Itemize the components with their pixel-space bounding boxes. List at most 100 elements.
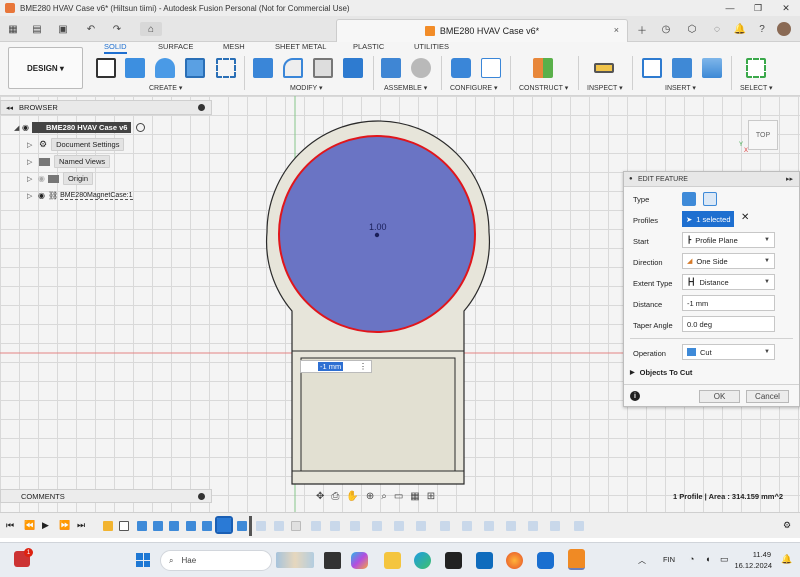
panel-expand-icon[interactable]: ▸▸ xyxy=(786,175,793,183)
tab-sheet-metal[interactable]: SHEET METAL xyxy=(275,42,326,51)
insert-image-icon[interactable] xyxy=(702,58,722,78)
expand-triangle-icon[interactable]: ◢ xyxy=(14,124,22,132)
step-back-icon[interactable]: ⏪ xyxy=(24,520,35,531)
extent-type-select[interactable]: ┣┫ Distance ▼ xyxy=(682,274,775,290)
collapse-arrows-icon[interactable]: ◂◂ xyxy=(6,104,13,112)
timeline-feature-suppressed[interactable] xyxy=(274,521,284,531)
insert-group-label[interactable]: INSERT ▾ xyxy=(665,84,696,92)
taskbar-search-input[interactable]: ⌕ Hae xyxy=(160,550,272,571)
windows-start-icon[interactable] xyxy=(136,553,150,567)
cancel-button[interactable]: Cancel xyxy=(746,390,789,403)
timeline-marker[interactable] xyxy=(249,516,252,536)
timeline-feature-extrude[interactable] xyxy=(237,521,247,531)
collapse-icon[interactable]: ● xyxy=(629,176,633,182)
copilot-icon[interactable] xyxy=(351,552,368,569)
distance-input[interactable]: -1 mm xyxy=(682,295,775,311)
timeline-feature-suppressed[interactable] xyxy=(506,521,516,531)
timeline-settings-icon[interactable]: ⚙ xyxy=(783,520,791,531)
display-settings-icon[interactable]: ▭ xyxy=(394,491,403,502)
timeline-feature-suppressed[interactable] xyxy=(256,521,266,531)
configure-group-label[interactable]: CONFIGURE ▾ xyxy=(450,84,497,92)
insert-mcmaster-icon[interactable] xyxy=(672,58,692,78)
timeline-feature-suppressed[interactable] xyxy=(574,521,584,531)
new-component-icon[interactable] xyxy=(381,58,401,78)
browser-item-origin[interactable]: ▷ ◉ Origin xyxy=(27,171,93,186)
timeline-feature-suppressed[interactable] xyxy=(550,521,560,531)
wifi-icon[interactable]: ◔ xyxy=(689,554,694,564)
timeline-feature-sketch[interactable] xyxy=(103,521,113,531)
go-to-start-icon[interactable]: ⏮ xyxy=(6,520,14,531)
timeline-feature-suppressed[interactable] xyxy=(311,521,321,531)
select-group-label[interactable]: SELECT ▾ xyxy=(740,84,773,92)
home-icon[interactable]: ⌂ xyxy=(140,22,162,36)
comments-bar[interactable]: COMMENTS xyxy=(0,489,212,503)
select-icon[interactable] xyxy=(746,58,766,78)
create-group-label[interactable]: CREATE ▾ xyxy=(149,84,182,92)
show-hidden-icons-chevron-icon[interactable]: ︿ xyxy=(638,555,646,566)
undo-icon[interactable]: ↶ xyxy=(84,22,98,36)
timeline-feature-suppressed[interactable] xyxy=(350,521,360,531)
timeline-feature-suppressed[interactable] xyxy=(291,521,301,531)
tab-solid[interactable]: SOLID xyxy=(104,42,127,54)
inline-distance-input[interactable]: -1 mm xyxy=(318,362,344,371)
tab-plastic[interactable]: PLASTIC xyxy=(353,42,384,51)
document-tab[interactable]: BME280 HVAV Case v6* × xyxy=(336,19,628,42)
language-indicator[interactable]: FIN xyxy=(663,555,675,564)
task-view-icon[interactable] xyxy=(324,552,341,569)
assemble-group-label[interactable]: ASSEMBLE ▾ xyxy=(384,84,427,92)
minimize-button[interactable]: — xyxy=(716,0,744,16)
configuration-table-icon[interactable] xyxy=(481,58,501,78)
fusion-taskbar-icon[interactable] xyxy=(568,549,585,570)
timeline-feature-extrude[interactable] xyxy=(153,521,163,531)
configure-icon[interactable] xyxy=(451,58,471,78)
timeline-feature-suppressed[interactable] xyxy=(394,521,404,531)
profiles-selection-button[interactable]: ➤ 1 selected xyxy=(682,211,734,227)
tab-surface[interactable]: SURFACE xyxy=(158,42,193,51)
timeline-feature-extrude[interactable] xyxy=(186,521,196,531)
insert-derive-icon[interactable] xyxy=(642,58,662,78)
browser-item-component[interactable]: ▷ ◉ ⛓ BME280MagnetCase:1 xyxy=(27,188,133,203)
close-window-button[interactable]: ✕ xyxy=(772,0,800,16)
fillet-icon[interactable] xyxy=(283,58,303,78)
timeline-feature-suppressed[interactable] xyxy=(484,521,494,531)
app-grid-icon[interactable]: ▦ xyxy=(6,22,20,36)
fit-icon[interactable]: ⌕ xyxy=(381,491,387,502)
extensions-icon[interactable]: ⬡ xyxy=(685,22,699,36)
outlook-icon[interactable] xyxy=(476,552,493,569)
notifications-icon[interactable]: 🔔 xyxy=(733,22,747,36)
timeline-feature-suppressed[interactable] xyxy=(372,521,382,531)
save-icon[interactable]: ▣ xyxy=(56,22,70,36)
orbit-icon[interactable]: ✥ xyxy=(316,491,324,502)
clock-date[interactable]: 16.12.2024 xyxy=(732,561,772,570)
look-at-icon[interactable]: ⎙ xyxy=(331,491,339,502)
extrude-type-icon[interactable] xyxy=(682,192,696,206)
inline-menu-icon[interactable]: ⋮ xyxy=(359,362,367,371)
ok-button[interactable]: OK xyxy=(699,390,740,403)
revolve-icon[interactable] xyxy=(155,58,175,78)
step-forward-icon[interactable]: ⏩ xyxy=(59,520,70,531)
timeline-feature-suppressed[interactable] xyxy=(462,521,472,531)
play-icon[interactable]: ▶ xyxy=(42,520,49,531)
expand-triangle-icon[interactable]: ▷ xyxy=(27,158,35,166)
eye-icon[interactable]: ◉ xyxy=(38,191,45,200)
joint-icon[interactable] xyxy=(411,58,431,78)
pan-icon[interactable]: ✋ xyxy=(346,491,358,502)
browser-item-named-views[interactable]: ▷ Named Views xyxy=(27,154,111,169)
edge-icon[interactable] xyxy=(414,552,431,569)
hole-icon[interactable] xyxy=(185,58,205,78)
start-select[interactable]: ┣ Profile Plane ▼ xyxy=(682,232,775,248)
help-icon[interactable]: ? xyxy=(755,22,769,36)
expand-triangle-icon[interactable]: ▷ xyxy=(27,192,35,200)
thin-extrude-icon[interactable] xyxy=(703,192,717,206)
close-tab-icon[interactable]: × xyxy=(614,25,619,35)
notification-bell-icon[interactable]: 🔔 xyxy=(781,554,792,565)
firefox-icon[interactable] xyxy=(506,552,523,569)
eye-icon[interactable]: ◉ xyxy=(22,123,29,132)
job-status-icon[interactable]: ◌ xyxy=(710,22,724,36)
zoom-icon[interactable]: ⊕ xyxy=(366,491,374,502)
new-tab-icon[interactable]: ＋ xyxy=(635,22,649,37)
viewports-icon[interactable]: ⊞ xyxy=(427,491,435,502)
tab-utilities[interactable]: UTILITIES xyxy=(414,42,449,51)
browser-root-item[interactable]: ◢ ◉ BME280 HVAV Case v6 xyxy=(14,120,146,135)
c-app-icon[interactable] xyxy=(537,552,554,569)
